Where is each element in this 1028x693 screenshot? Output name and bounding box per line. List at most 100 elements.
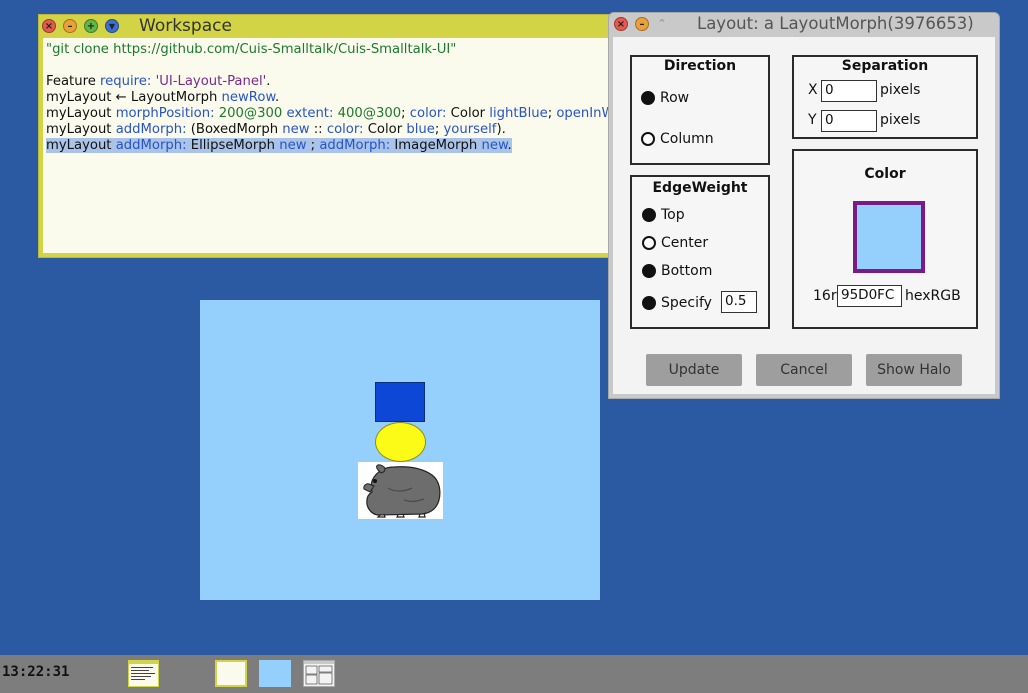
layout-morph-panel[interactable] bbox=[200, 300, 600, 600]
code-token: "git clone https://github.com/Cuis-Small… bbox=[46, 42, 457, 57]
code-line[interactable]: "git clone https://github.com/Cuis-Small… bbox=[46, 42, 617, 58]
code-token: :: bbox=[313, 122, 327, 137]
direction-group: Direction Row Column bbox=[630, 55, 770, 165]
code-token: 400@300 bbox=[337, 106, 402, 121]
code-line[interactable] bbox=[46, 58, 617, 74]
guinea-pig-icon bbox=[363, 464, 441, 518]
taskbar: 13:22:31 bbox=[0, 655, 1028, 693]
code-line[interactable]: Feature require: 'UI-Layout-Panel'. bbox=[46, 74, 617, 90]
update-button[interactable]: Update bbox=[646, 354, 742, 386]
close-icon[interactable]: × bbox=[42, 19, 56, 33]
separation-x-label: X bbox=[808, 82, 818, 98]
radio-top-label: Top bbox=[661, 207, 685, 223]
radio-specify[interactable]: Specify bbox=[642, 295, 712, 311]
radio-row-label: Row bbox=[660, 90, 690, 106]
color-group: Color 16r 95D0FC hexRGB bbox=[792, 149, 978, 329]
code-line[interactable]: myLayout addMorph: EllipseMorph new ; ad… bbox=[46, 138, 617, 154]
separation-y-input[interactable]: 0 bbox=[821, 110, 877, 132]
color-swatch[interactable] bbox=[853, 201, 925, 273]
radio-selected-icon bbox=[641, 91, 655, 105]
code-token: . bbox=[275, 90, 280, 105]
code-token: 200@300 bbox=[218, 106, 287, 121]
code-line[interactable]: myLayout addMorph: (BoxedMorph new :: co… bbox=[46, 122, 617, 138]
code-token: morphPosition: bbox=[115, 106, 219, 121]
direction-title: Direction bbox=[663, 58, 737, 74]
edgeweight-title: EdgeWeight bbox=[652, 180, 748, 196]
specify-input[interactable]: 0.5 bbox=[721, 291, 757, 313]
taskbar-thumb-workspace-old[interactable] bbox=[128, 660, 159, 687]
separation-group: Separation X 0 pixels Y 0 pixels bbox=[792, 55, 978, 139]
code-token: new bbox=[282, 122, 314, 137]
clock: 13:22:31 bbox=[2, 664, 70, 680]
radio-bottom[interactable]: Bottom bbox=[642, 263, 712, 279]
layout-window-thumbnail-icon bbox=[304, 661, 334, 685]
code-token: . bbox=[266, 74, 271, 89]
code-token: addMorph: bbox=[115, 122, 191, 137]
code-token: myLayout bbox=[46, 106, 116, 121]
code-line[interactable]: myLayout morphPosition: 200@300 extent: … bbox=[46, 106, 617, 122]
code-token: Color bbox=[367, 122, 407, 137]
code-token: ). bbox=[496, 122, 506, 137]
workspace-titlebar[interactable]: × – + ▼ Workspace bbox=[39, 15, 617, 37]
radio-top[interactable]: Top bbox=[642, 207, 685, 223]
layout-window-body: Direction Row Column Separation X 0 pixe… bbox=[613, 37, 995, 394]
radio-selected-icon bbox=[642, 208, 656, 222]
code-token: blue bbox=[406, 122, 435, 137]
collapse-icon: ⌃ bbox=[657, 17, 667, 30]
code-token: new bbox=[481, 138, 508, 153]
code-token: EllipseMorph bbox=[190, 138, 280, 153]
code-editor[interactable]: "git clone https://github.com/Cuis-Small… bbox=[43, 38, 617, 253]
layout-window[interactable]: × – ⌃ Layout: a LayoutMorph(3976653) Dir… bbox=[608, 12, 1000, 399]
separation-y-label: Y bbox=[808, 112, 817, 128]
code-token: . bbox=[507, 138, 512, 153]
taskbar-thumb-layout-panel[interactable] bbox=[259, 660, 291, 687]
radio-unselected-icon bbox=[641, 132, 655, 146]
code-token: addMorph: bbox=[319, 138, 395, 153]
taskbar-thumb-workspace[interactable] bbox=[215, 660, 247, 687]
code-token: yourself bbox=[443, 122, 497, 137]
separation-y-unit: pixels bbox=[880, 112, 921, 128]
code-token: 'UI-Layout-Panel' bbox=[155, 74, 267, 89]
separation-title: Separation bbox=[841, 58, 929, 74]
code-token: myLayout bbox=[46, 122, 116, 137]
radio-unselected-icon bbox=[642, 236, 656, 250]
code-token: color: bbox=[409, 106, 451, 121]
radio-row[interactable]: Row bbox=[641, 90, 689, 106]
boxed-morph[interactable] bbox=[375, 382, 425, 422]
workspace-title: Workspace bbox=[139, 16, 232, 36]
code-token: new bbox=[279, 138, 311, 153]
layout-titlebar[interactable]: × – ⌃ Layout: a LayoutMorph(3976653) bbox=[609, 13, 999, 35]
separation-x-input[interactable]: 0 bbox=[821, 80, 877, 102]
code-token: color: bbox=[326, 122, 368, 137]
code-token: newRow bbox=[221, 90, 276, 105]
ellipse-morph[interactable] bbox=[375, 422, 426, 462]
color-suffix: hexRGB bbox=[905, 288, 961, 304]
expand-icon[interactable]: + bbox=[84, 19, 98, 33]
workspace-thumbnail-icon bbox=[129, 661, 158, 680]
cancel-button[interactable]: Cancel bbox=[756, 354, 852, 386]
window-menu-icon[interactable]: ▼ bbox=[105, 19, 119, 33]
code-token: require: bbox=[100, 74, 156, 89]
radio-selected-icon bbox=[642, 296, 656, 310]
code-token: extent: bbox=[286, 106, 338, 121]
workspace-window[interactable]: × – + ▼ Workspace "git clone https://git… bbox=[38, 14, 618, 258]
separation-x-unit: pixels bbox=[880, 82, 921, 98]
layout-window-title: Layout: a LayoutMorph(3976653) bbox=[697, 14, 974, 33]
radio-center[interactable]: Center bbox=[642, 235, 708, 251]
code-line[interactable]: myLayout ← LayoutMorph newRow. bbox=[46, 90, 617, 106]
radio-column-label: Column bbox=[660, 131, 714, 147]
code-token: myLayout bbox=[46, 138, 116, 153]
minimize-icon[interactable]: – bbox=[635, 17, 649, 31]
radio-column[interactable]: Column bbox=[641, 131, 714, 147]
image-morph[interactable] bbox=[358, 462, 443, 519]
code-token: addMorph: bbox=[115, 138, 191, 153]
code-token: ImageMorph bbox=[394, 138, 482, 153]
code-token: Color bbox=[450, 106, 490, 121]
code-token: myLayout ← LayoutMorph bbox=[46, 90, 222, 105]
minimize-icon[interactable]: – bbox=[63, 19, 77, 33]
close-icon[interactable]: × bbox=[614, 17, 628, 31]
taskbar-thumb-layout-window[interactable] bbox=[303, 660, 335, 687]
hex-color-input[interactable]: 95D0FC bbox=[837, 285, 902, 307]
show-halo-button[interactable]: Show Halo bbox=[866, 354, 962, 386]
